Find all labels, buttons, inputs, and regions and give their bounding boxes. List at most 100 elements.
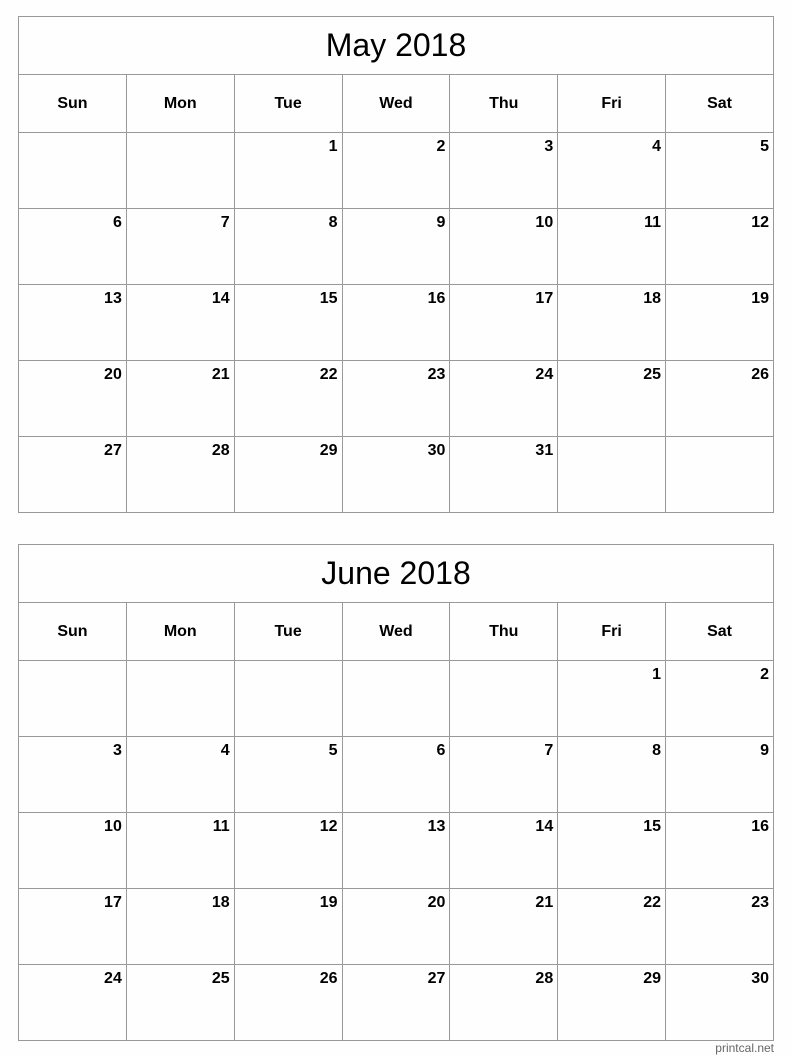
day-number: 12 [751, 214, 769, 231]
day-number: 15 [643, 818, 662, 835]
weekday-header: Sat [665, 602, 774, 661]
weekday-header: Thu [449, 602, 559, 661]
day-cell: 8 [557, 736, 667, 813]
day-number: 13 [427, 818, 446, 835]
day-cell: 12 [665, 208, 774, 285]
day-cell: 2 [341, 132, 451, 209]
day-cell: 29 [557, 964, 667, 1041]
day-number [235, 661, 342, 666]
day-cell: 6 [18, 208, 127, 285]
day-number: 8 [652, 742, 662, 759]
day-number: 19 [751, 290, 769, 307]
day-cell: 5 [665, 132, 774, 209]
day-number: 17 [535, 290, 554, 307]
day-number: 22 [643, 894, 662, 911]
day-cell: 17 [18, 888, 127, 965]
day-number: 10 [535, 214, 554, 231]
weekday-header-row: Sun Mon Tue Wed Thu Fri Sat [18, 602, 774, 661]
month-calendar: June 2018 Sun Mon Tue Wed Thu Fri Sat 1 2 3 4 5 6 7 8 9 1… [18, 544, 774, 1041]
weekday-header: Sat [665, 74, 774, 133]
day-cell: 28 [449, 964, 559, 1041]
day-cell: 29 [233, 436, 343, 513]
empty-day-cell [665, 436, 774, 513]
day-number: 26 [751, 366, 769, 383]
day-cell: 18 [557, 284, 667, 361]
day-number: 23 [427, 366, 446, 383]
weekday-header: Fri [557, 74, 667, 133]
day-number: 11 [644, 214, 662, 231]
day-cell: 31 [449, 436, 559, 513]
empty-day-cell [18, 132, 127, 209]
day-number: 30 [427, 442, 446, 459]
day-number: 4 [220, 742, 230, 759]
day-cell: 22 [557, 888, 667, 965]
day-number: 1 [328, 138, 338, 155]
day-number: 16 [751, 818, 769, 835]
day-cell: 4 [557, 132, 667, 209]
week-row: 27 28 29 30 31 [18, 436, 774, 513]
day-number: 24 [104, 970, 122, 987]
day-number: 9 [760, 742, 769, 759]
day-number: 12 [319, 818, 338, 835]
day-number [450, 661, 557, 666]
day-number [19, 133, 126, 138]
day-number: 7 [544, 742, 554, 759]
day-cell: 12 [233, 812, 343, 889]
day-number: 3 [544, 138, 554, 155]
day-number: 25 [643, 366, 662, 383]
day-number: 15 [319, 290, 338, 307]
week-row: 13 14 15 16 17 18 19 [18, 284, 774, 361]
weekday-header: Thu [449, 74, 559, 133]
day-cell: 30 [341, 436, 451, 513]
day-number: 14 [211, 290, 230, 307]
week-row: 12 [18, 660, 774, 737]
month-title: May 2018 [18, 16, 774, 75]
day-number: 2 [760, 666, 769, 683]
day-cell: 20 [18, 360, 127, 437]
day-number: 17 [104, 894, 122, 911]
day-cell: 10 [449, 208, 559, 285]
day-cell: 20 [341, 888, 451, 965]
day-number: 29 [319, 442, 338, 459]
day-number: 23 [751, 894, 769, 911]
day-number: 19 [319, 894, 338, 911]
day-number: 6 [112, 214, 122, 231]
week-row: 10 11 12 13 14 15 16 [18, 812, 774, 889]
day-number: 2 [436, 138, 446, 155]
day-cell: 19 [233, 888, 343, 965]
day-number: 31 [535, 442, 554, 459]
day-cell: 6 [341, 736, 451, 813]
day-number: 26 [319, 970, 338, 987]
day-number: 29 [643, 970, 662, 987]
day-cell: 10 [18, 812, 127, 889]
day-number: 9 [436, 214, 446, 231]
day-number [666, 437, 773, 442]
day-number [343, 661, 450, 666]
day-number [127, 661, 234, 666]
day-number: 7 [220, 214, 230, 231]
week-row: 20 21 22 23 24 25 26 [18, 360, 774, 437]
day-cell: 25 [557, 360, 667, 437]
day-cell: 24 [18, 964, 127, 1041]
day-number: 20 [427, 894, 446, 911]
day-number: 3 [112, 742, 122, 759]
empty-day-cell [125, 132, 235, 209]
day-cell: 28 [125, 436, 235, 513]
weekday-header: Wed [341, 74, 451, 133]
footer-credit: printcal.net [715, 1041, 774, 1055]
day-number: 21 [211, 366, 230, 383]
day-number: 27 [104, 442, 122, 459]
day-number: 25 [211, 970, 230, 987]
week-row: 6 7 8 9 10 11 12 [18, 208, 774, 285]
empty-day-cell [125, 660, 235, 737]
day-number: 20 [104, 366, 122, 383]
day-number: 18 [643, 290, 662, 307]
day-number: 11 [212, 818, 230, 835]
empty-day-cell [233, 660, 343, 737]
day-number: 14 [535, 818, 554, 835]
day-cell: 13 [18, 284, 127, 361]
week-row: 24 25 26 27 28 29 30 [18, 964, 774, 1041]
empty-day-cell [341, 660, 451, 737]
day-number: 28 [535, 970, 554, 987]
day-number: 30 [751, 970, 769, 987]
